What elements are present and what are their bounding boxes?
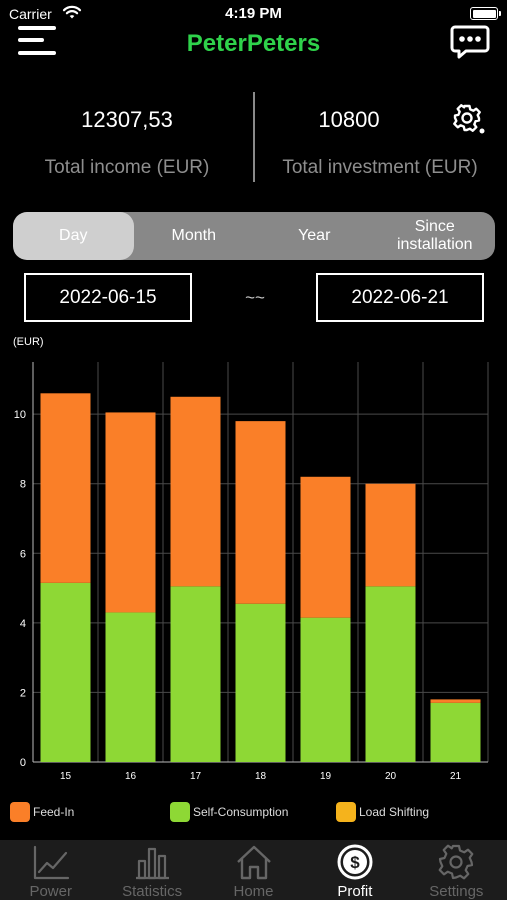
- tab-profit[interactable]: $ Profit: [304, 840, 405, 900]
- legend-self-consumption: Self-Consumption: [170, 802, 288, 822]
- svg-text:$: $: [350, 853, 360, 872]
- bar-feed-in: [365, 483, 416, 587]
- investment-settings-icon[interactable]: [452, 103, 486, 135]
- bar-feed-in: [300, 476, 351, 618]
- status-bar: Carrier 4:19 PM: [0, 0, 507, 28]
- tab-year[interactable]: Year: [254, 212, 375, 260]
- tab-bar: Power Statistics Home $ Profit Settings: [0, 840, 507, 900]
- date-range-separator: ~~: [245, 288, 265, 307]
- total-income-label: Total income (EUR): [44, 157, 210, 178]
- total-investment-label: Total investment (EUR): [282, 157, 478, 178]
- y-tick-label: 0: [20, 757, 26, 769]
- tab-settings[interactable]: Settings: [406, 840, 507, 900]
- y-tick-label: 8: [20, 479, 26, 491]
- tab-home[interactable]: Home: [203, 840, 304, 900]
- tab-month[interactable]: Month: [134, 212, 255, 260]
- start-date-picker[interactable]: 2022-06-15: [24, 273, 192, 322]
- bar-feed-in: [105, 412, 156, 613]
- bar-self-consumption: [40, 582, 91, 762]
- summary-divider: [253, 92, 255, 182]
- x-tick-label: 19: [320, 771, 332, 782]
- tab-since-installation[interactable]: Since installation: [375, 212, 496, 260]
- chat-icon[interactable]: [450, 24, 490, 60]
- page-title: PeterPeters: [186, 30, 321, 57]
- tab-label: Settings: [429, 883, 484, 900]
- tab-label: Home: [233, 883, 274, 900]
- legend-load-shifting: Load Shifting: [336, 802, 429, 822]
- legend-swatch-load-shifting: [336, 802, 356, 822]
- bar-feed-in: [235, 421, 286, 604]
- legend-label: Self-Consumption: [193, 805, 289, 819]
- profit-chart: (EUR) 0 2 4 6 8 10 15 16 17 18 19 20 21: [13, 336, 489, 782]
- tab-label: Profit: [337, 883, 373, 900]
- gear-icon: [438, 844, 474, 880]
- x-tick-label: 20: [385, 771, 397, 782]
- tab-since-installation-label: Since installation: [396, 218, 473, 253]
- bar-self-consumption: [430, 702, 481, 762]
- bar-chart-icon: [136, 847, 170, 880]
- total-investment-value: 10800: [318, 107, 380, 132]
- bar-feed-in: [40, 393, 91, 583]
- tab-power[interactable]: Power: [0, 840, 101, 900]
- bar-self-consumption: [105, 612, 156, 762]
- y-tick-label: 6: [20, 548, 26, 560]
- x-tick-label: 16: [125, 771, 137, 782]
- end-date-picker[interactable]: 2022-06-21: [316, 273, 484, 322]
- x-tick-label: 15: [60, 771, 72, 782]
- tab-statistics[interactable]: Statistics: [101, 840, 202, 900]
- total-income-value: 12307,53: [81, 107, 173, 132]
- bar-feed-in: [170, 396, 221, 587]
- legend-label: Load Shifting: [359, 805, 430, 819]
- bar-feed-in: [430, 699, 481, 703]
- status-time: 4:19 PM: [225, 5, 282, 22]
- tab-label: Power: [29, 883, 72, 900]
- x-tick-label: 17: [190, 771, 202, 782]
- legend-swatch-feed-in: [10, 802, 30, 822]
- y-tick-label: 2: [20, 687, 26, 699]
- y-axis-unit-label: (EUR): [13, 336, 44, 348]
- legend-label: Feed-In: [33, 805, 75, 819]
- x-tick-label: 21: [450, 771, 462, 782]
- legend-swatch-self-consumption: [170, 802, 190, 822]
- y-tick-label: 10: [14, 409, 26, 421]
- tab-label: Statistics: [122, 883, 183, 900]
- bar-self-consumption: [300, 617, 351, 762]
- x-tick-label: 18: [255, 771, 267, 782]
- y-tick-label: 4: [20, 618, 26, 630]
- period-selector: Day Month Year Since installation: [13, 212, 495, 260]
- bar-self-consumption: [365, 586, 416, 762]
- bar-self-consumption: [235, 603, 286, 762]
- legend-feed-in: Feed-In: [10, 802, 74, 822]
- bar-self-consumption: [170, 586, 221, 762]
- dollar-icon: $: [337, 844, 373, 880]
- line-chart-icon: [33, 845, 69, 880]
- battery-icon: [470, 7, 501, 20]
- home-icon: [236, 845, 271, 880]
- tab-day[interactable]: Day: [13, 212, 134, 260]
